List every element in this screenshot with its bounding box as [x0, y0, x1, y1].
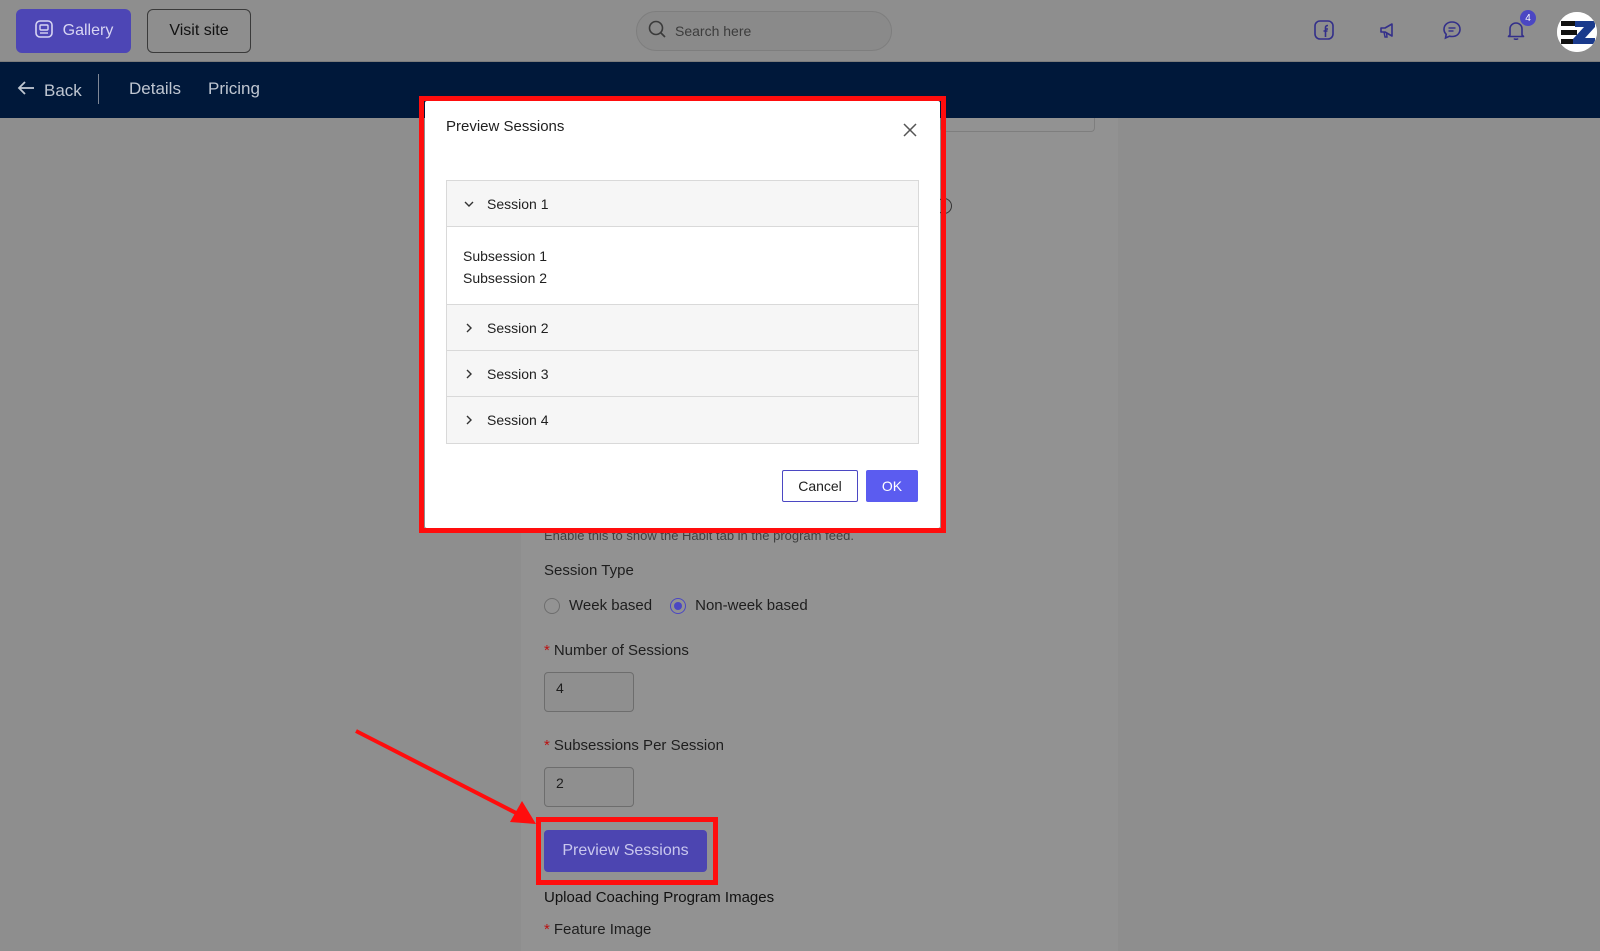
session-type-radio-group: Week based Non-week based	[544, 597, 808, 614]
subsessions-label: * Subsessions Per Session	[544, 737, 724, 754]
subsessions-input[interactable]: 2	[544, 767, 634, 807]
subsession-item: Subsession 2	[463, 270, 548, 286]
preview-sessions-modal: Preview Sessions Session 1 Subsession 1 …	[425, 101, 940, 528]
search-input[interactable]: Search here	[636, 11, 892, 51]
feature-image-label-text: Feature Image	[553, 921, 652, 938]
session-panel-header[interactable]: Session 3	[447, 351, 918, 397]
gallery-button[interactable]: Gallery	[16, 9, 131, 53]
session-label: Session 4	[487, 412, 549, 428]
num-sessions-label: * Number of Sessions	[544, 642, 689, 659]
tab-details[interactable]: Details	[129, 79, 181, 99]
required-marker: *	[544, 921, 550, 938]
close-icon[interactable]	[902, 122, 918, 138]
arrow-left-icon	[16, 78, 36, 103]
feature-image-label: * Feature Image	[544, 921, 651, 938]
back-label: Back	[44, 80, 82, 100]
week-based-label[interactable]: Week based	[569, 597, 652, 614]
session-label: Session 2	[487, 319, 549, 336]
non-week-based-radio[interactable]	[670, 597, 687, 614]
top-bar: Gallery Visit site Search here 4	[0, 0, 1600, 62]
chevron-right-icon	[463, 414, 487, 426]
subsession-item: Subsession 1	[463, 248, 548, 264]
chat-icon[interactable]	[1438, 16, 1466, 44]
tab-pricing[interactable]: Pricing	[208, 79, 260, 99]
session-panel-header[interactable]: Session 1	[447, 181, 918, 227]
bell-icon[interactable]: 4	[1502, 10, 1536, 44]
required-marker: *	[544, 642, 550, 659]
facebook-icon[interactable]	[1310, 16, 1338, 44]
session-panel-header[interactable]: Session 2	[447, 305, 918, 351]
modal-title: Preview Sessions	[446, 118, 565, 135]
week-based-radio[interactable]	[544, 597, 560, 614]
non-week-based-label[interactable]: Non-week based	[695, 597, 808, 614]
form-field-edge	[940, 118, 1095, 132]
search-placeholder: Search here	[675, 23, 752, 39]
notification-badge: 4	[1520, 10, 1536, 26]
session-label: Session 3	[487, 365, 549, 382]
chevron-right-icon	[463, 368, 487, 380]
avatar[interactable]	[1557, 12, 1597, 52]
annotation-highlight-box	[536, 817, 718, 885]
session-type-label: Session Type	[544, 562, 634, 579]
chevron-down-icon	[463, 198, 487, 210]
session-label: Session 1	[487, 195, 549, 212]
upload-images-heading: Upload Coaching Program Images	[544, 889, 775, 906]
sessions-accordion: Session 1 Subsession 1 Subsession 2 Sess…	[446, 180, 919, 444]
required-marker: *	[544, 737, 550, 754]
session-panel-header[interactable]: Session 4	[447, 397, 918, 443]
session-panel-content: Subsession 1 Subsession 2	[447, 227, 918, 305]
cancel-button[interactable]: Cancel	[782, 470, 858, 502]
chevron-right-icon	[463, 322, 487, 334]
num-sessions-input[interactable]: 4	[544, 672, 634, 712]
gallery-icon	[34, 19, 54, 44]
megaphone-icon[interactable]	[1374, 16, 1402, 44]
visit-site-label: Visit site	[169, 22, 229, 39]
subsessions-label-text: Subsessions Per Session	[553, 737, 724, 754]
back-button[interactable]: Back	[16, 78, 82, 103]
nav-divider	[98, 74, 99, 104]
visit-site-button[interactable]: Visit site	[147, 9, 251, 53]
ok-button[interactable]: OK	[866, 470, 918, 502]
gallery-button-label: Gallery	[62, 22, 114, 39]
search-icon	[647, 19, 667, 44]
num-sessions-label-text: Number of Sessions	[553, 642, 689, 659]
